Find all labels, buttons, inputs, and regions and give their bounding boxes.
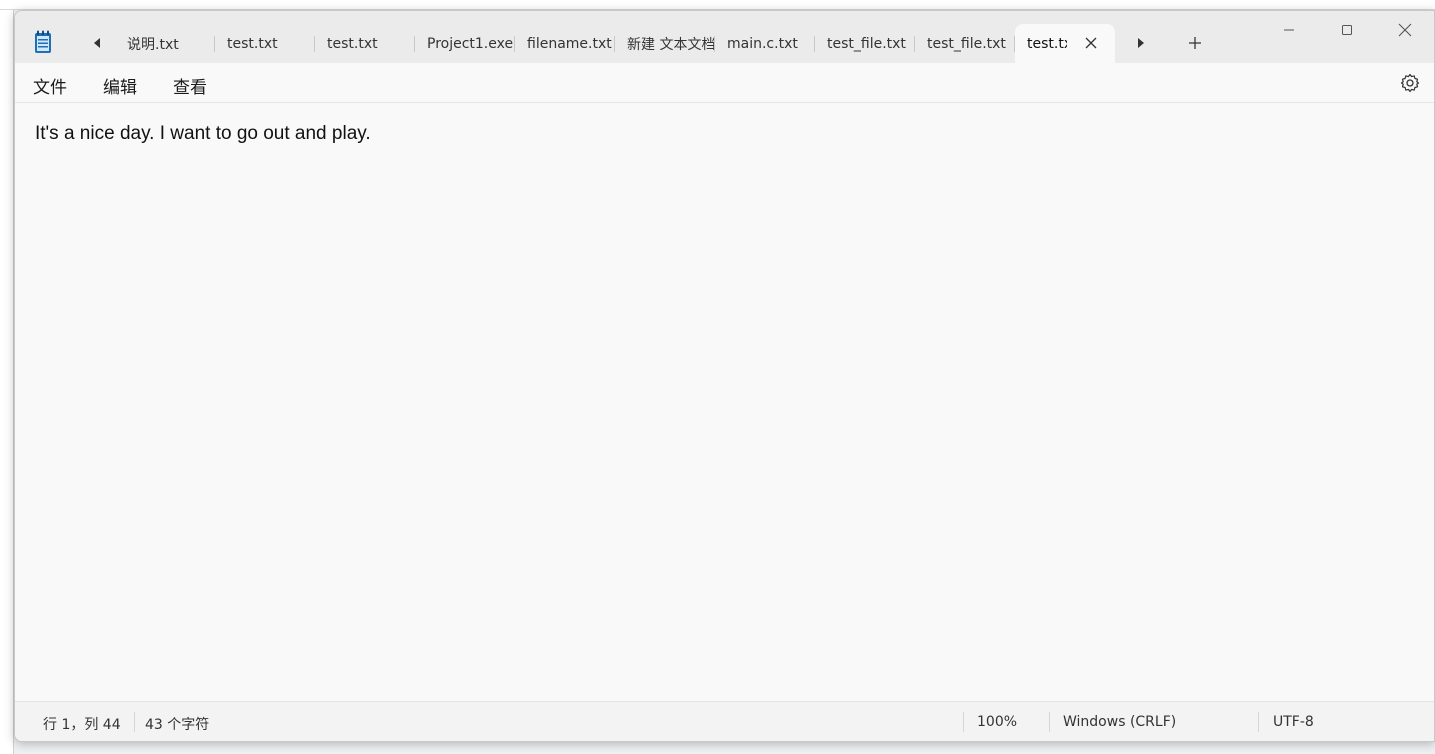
tab-label: main.c.txt: [727, 35, 798, 52]
background-desktop-strip: [0, 0, 1435, 10]
editor-content[interactable]: It's a nice day. I want to go out and pl…: [35, 123, 1414, 145]
tab-test-file-txt-1[interactable]: test_file.txt: [815, 24, 915, 63]
character-count: 43 个字符: [145, 717, 210, 733]
text-editor[interactable]: It's a nice day. I want to go out and pl…: [15, 103, 1434, 701]
plus-icon[interactable]: [1183, 31, 1207, 55]
line-ending[interactable]: Windows (CRLF): [1063, 714, 1176, 730]
tab-label: 说明.txt: [127, 36, 179, 53]
tab-label: 新建 文本文档: [627, 36, 715, 53]
tab-strip: 说明.txt test.txt test.txt Project1.exe. f…: [115, 24, 1115, 63]
menu-file[interactable]: 文件: [33, 73, 67, 98]
status-bar: 行 1，列 44 43 个字符 100% Windows (CRLF) UTF-…: [15, 701, 1434, 741]
status-divider: [1049, 712, 1050, 732]
zoom-level[interactable]: 100%: [977, 714, 1017, 730]
tab-label: test.txt: [1027, 35, 1067, 52]
status-divider: [134, 712, 135, 732]
tab-label: filename.txt: [527, 35, 612, 52]
maximize-icon[interactable]: [1318, 11, 1376, 49]
tab-label: test_file.txt: [927, 35, 1006, 52]
tab-project1-exe[interactable]: Project1.exe.: [415, 24, 515, 63]
tab-test-txt-1[interactable]: test.txt: [215, 24, 315, 63]
minimize-icon[interactable]: [1260, 11, 1318, 49]
tab-main-c-txt[interactable]: main.c.txt: [715, 24, 815, 63]
tab-test-txt-active[interactable]: test.txt: [1015, 24, 1115, 63]
notepad-window: 说明.txt test.txt test.txt Project1.exe. f…: [14, 10, 1435, 742]
tab-label: Project1.exe.: [427, 35, 515, 52]
caret-right-icon[interactable]: [1129, 31, 1153, 55]
tab-label: test.txt: [327, 35, 378, 52]
close-icon[interactable]: [1083, 35, 1099, 51]
caret-left-icon[interactable]: [85, 31, 109, 55]
tab-shuoming-txt[interactable]: 说明.txt: [115, 24, 215, 63]
status-divider: [963, 712, 964, 732]
gear-icon[interactable]: [1400, 73, 1420, 93]
menu-bar: 文件 编辑 查看: [15, 63, 1434, 103]
background-window-edge: [0, 10, 14, 754]
close-icon[interactable]: [1376, 11, 1434, 49]
tab-filename-txt[interactable]: filename.txt: [515, 24, 615, 63]
tab-test-file-txt-2[interactable]: test_file.txt: [915, 24, 1015, 63]
window-controls: [1260, 11, 1434, 49]
menu-edit[interactable]: 编辑: [103, 73, 137, 98]
notepad-icon: [35, 30, 51, 53]
tab-new-text-document[interactable]: 新建 文本文档: [615, 24, 715, 63]
menu-view[interactable]: 查看: [173, 73, 207, 98]
title-bar[interactable]: 说明.txt test.txt test.txt Project1.exe. f…: [15, 11, 1434, 63]
cursor-position: 行 1，列 44: [43, 717, 121, 733]
tab-label: test_file.txt: [827, 35, 906, 52]
tab-label: test.txt: [227, 35, 278, 52]
tab-test-txt-2[interactable]: test.txt: [315, 24, 415, 63]
encoding[interactable]: UTF-8: [1273, 714, 1314, 730]
status-divider: [1258, 712, 1259, 732]
